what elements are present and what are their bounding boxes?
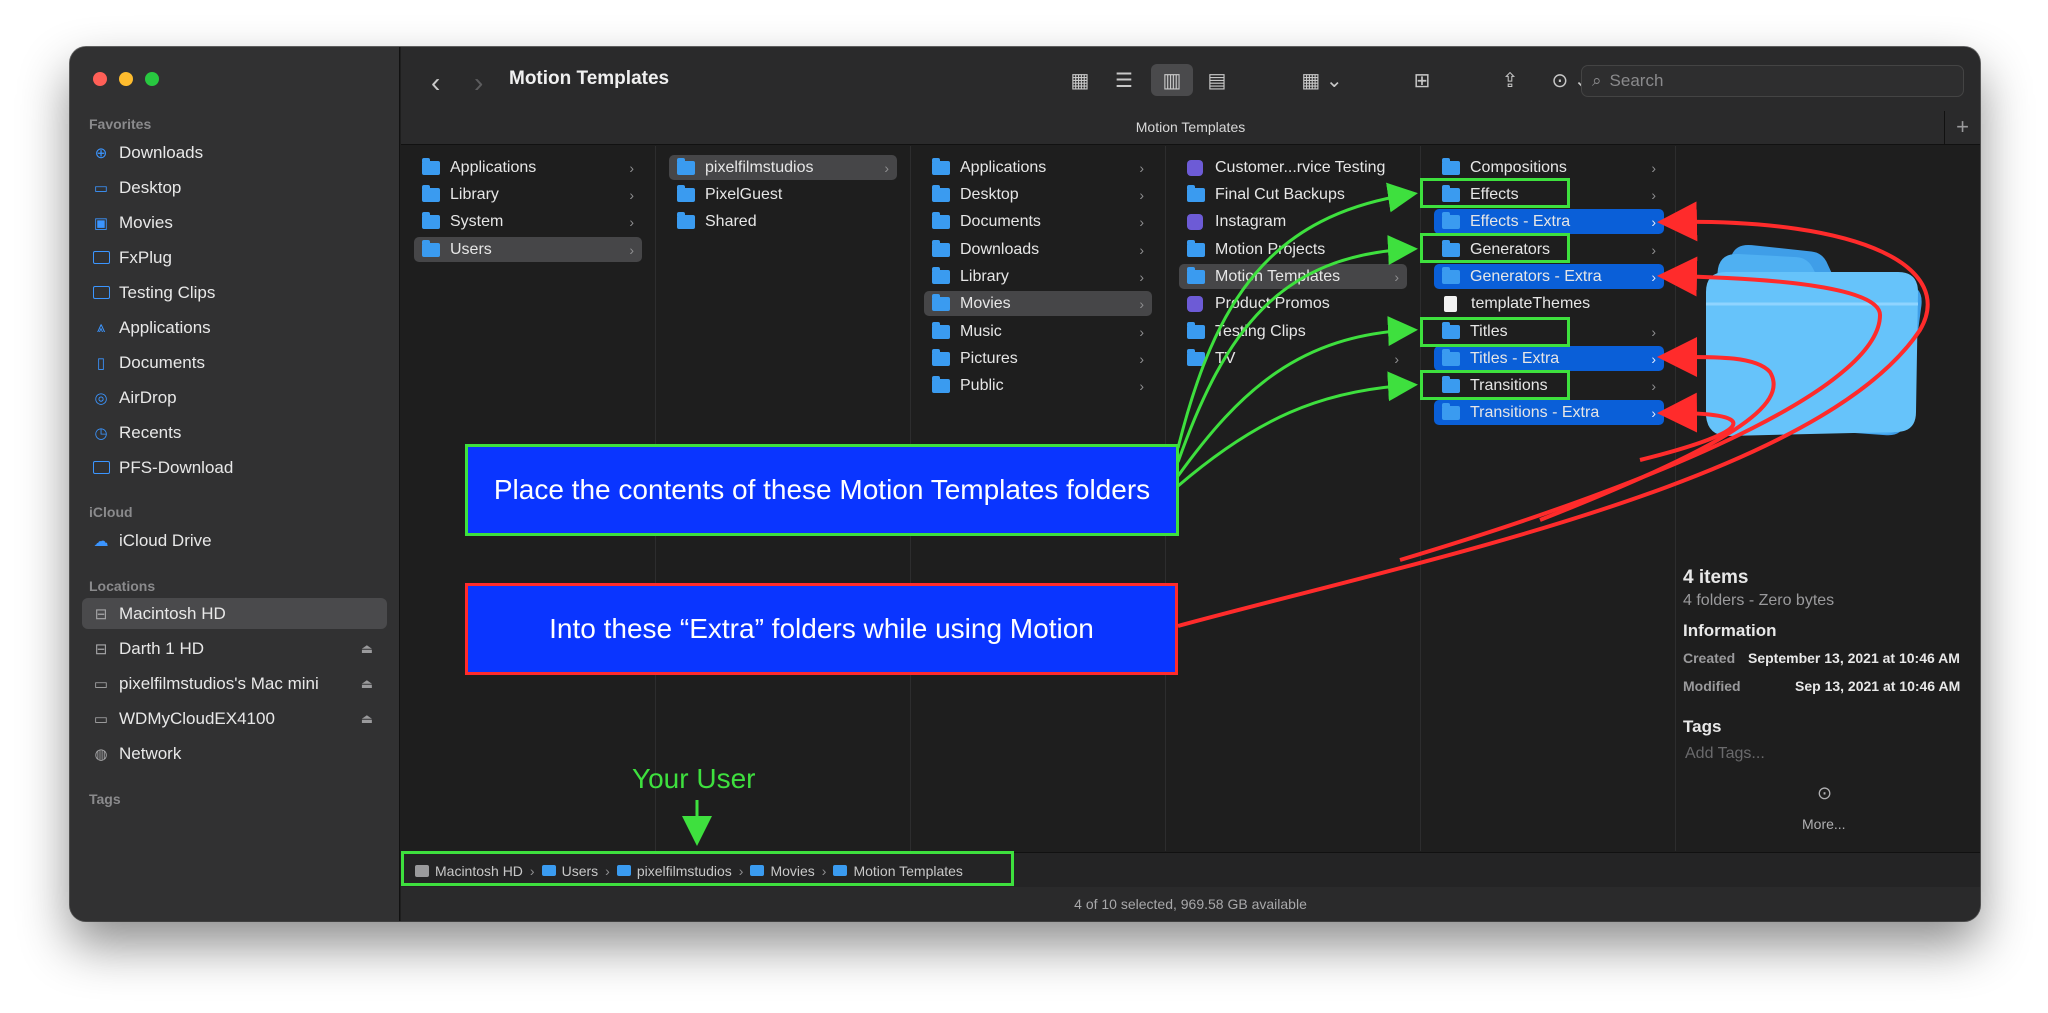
highlight-generators [1420,233,1570,263]
callout-place-contents: Place the contents of these Motion Templ… [465,444,1179,536]
highlight-titles [1420,317,1570,347]
your-user-label: Your User [632,763,756,794]
highlight-transitions [1420,370,1570,400]
highlight-effects [1420,178,1570,208]
callout-extra-folders: Into these “Extra” folders while using M… [465,583,1178,675]
highlight-path-bar [401,851,1014,886]
